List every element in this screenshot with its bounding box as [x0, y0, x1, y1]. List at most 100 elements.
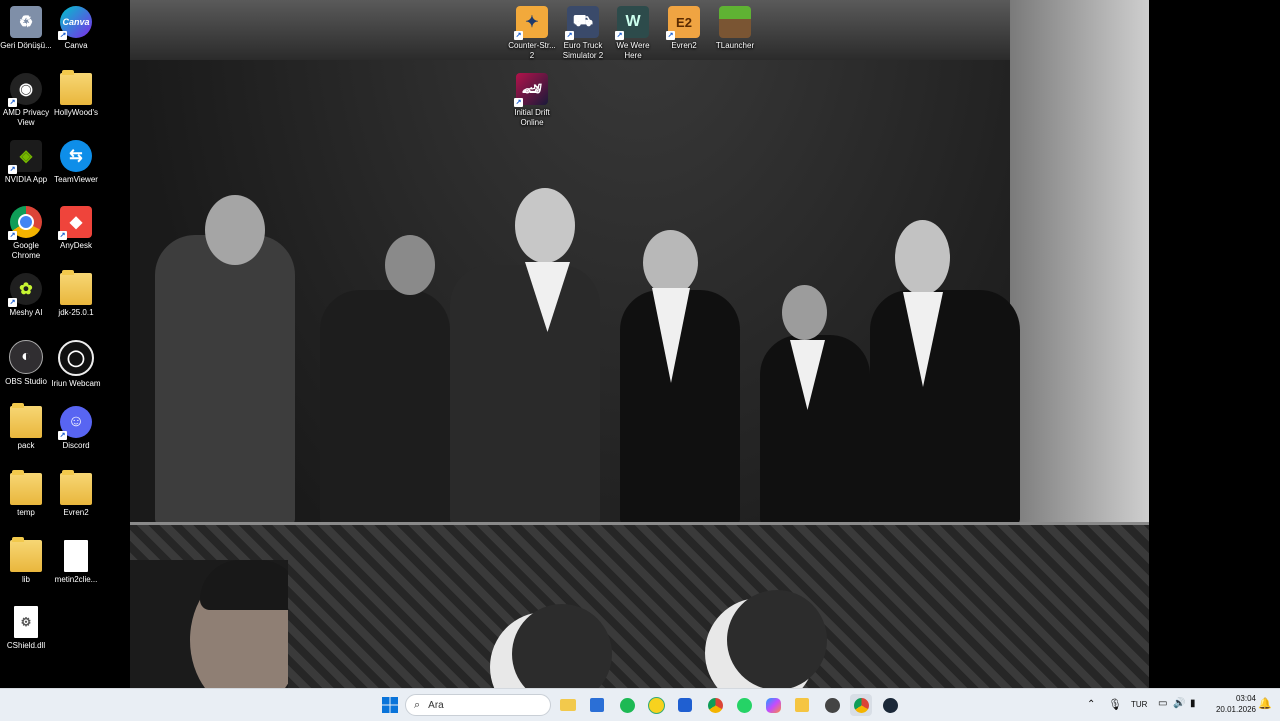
- wewerehere-icon: W ↗: [615, 6, 649, 40]
- desktop-icon-lib[interactable]: lib: [0, 537, 52, 585]
- shortcut-arrow-icon: ↗: [615, 31, 624, 40]
- store-icon: [590, 698, 604, 712]
- shortcut-arrow-icon: ↗: [8, 165, 17, 174]
- desktop-icon-nvidia-app[interactable]: ◈ ↗ NVIDIA App: [0, 140, 52, 185]
- desktop-icon-jdk[interactable]: jdk-25.0.1: [50, 270, 102, 318]
- spotify-button[interactable]: [616, 694, 638, 716]
- wallpaper-figure: [155, 235, 295, 525]
- shortcut-arrow-icon: ↗: [514, 31, 523, 40]
- wallpaper-figure: [320, 290, 450, 525]
- cs2-icon: ✦ ↗: [514, 6, 548, 40]
- search-icon: ⌕: [414, 698, 421, 711]
- obs-icon: ◐: [9, 340, 43, 374]
- taskbar-app-button[interactable]: [674, 694, 696, 716]
- chrome-icon: ↗: [8, 206, 42, 240]
- taskbar-app-button[interactable]: [645, 694, 667, 716]
- folder-icon: [10, 470, 42, 505]
- spotify-icon: [619, 697, 635, 713]
- copilot-button[interactable]: [762, 694, 784, 716]
- desktop-icon-meshy-ai[interactable]: ✿ ↗ Meshy AI: [0, 273, 52, 318]
- taskbar: ⌕ Ara ⌃ 🎙 TUR ▭ 🔊 ▮ 03:04 20.01.2026 🔔: [0, 688, 1280, 721]
- desktop-icon-evren2-folder[interactable]: Evren2: [50, 470, 102, 518]
- wallpaper-right-margin: [1149, 0, 1280, 688]
- teamviewer-icon: ⇆: [60, 140, 92, 172]
- taskbar-search[interactable]: ⌕ Ara: [405, 694, 551, 716]
- notification-bell-icon[interactable]: 🔔: [1258, 697, 1272, 710]
- desktop-icon-recycle-bin[interactable]: ♻ Geri Dönüşü...: [0, 6, 52, 51]
- wallpaper-figure-head: [643, 230, 698, 295]
- clock-time: 03:04: [1235, 694, 1256, 703]
- desktop-icon-canva[interactable]: Canva ↗ Canva: [50, 6, 102, 51]
- shortcut-arrow-icon: ↗: [58, 31, 67, 40]
- microsoft-store-button[interactable]: [586, 694, 608, 716]
- wallpaper-figure: [450, 265, 600, 525]
- taskbar-app-button[interactable]: [791, 694, 813, 716]
- evren2-game-icon: E2 ↗: [666, 6, 700, 40]
- tlauncher-icon: [719, 6, 751, 38]
- whatsapp-button[interactable]: [733, 694, 755, 716]
- desktop-icon-evren2-game[interactable]: E2 ↗ Evren2: [658, 6, 710, 51]
- initial-drift-icon: 🏎 ↗: [514, 73, 548, 107]
- dll-file-icon: ⚙: [14, 606, 38, 638]
- discord-icon: ☺ ↗: [58, 406, 92, 440]
- volume-icon[interactable]: 🔊: [1173, 698, 1185, 709]
- wallpaper-building: [1010, 0, 1149, 530]
- desktop-icon-cshield-dll[interactable]: ⚙ CShield.dll: [0, 606, 52, 651]
- desktop-icon-euro-truck-simulator-2[interactable]: ⛟ ↗ Euro Truck Simulator 2: [557, 6, 609, 61]
- file-explorer-icon: [560, 699, 576, 711]
- taskbar-clock[interactable]: 03:04 20.01.2026: [1206, 693, 1256, 715]
- shortcut-arrow-icon: ↗: [514, 98, 523, 107]
- shortcut-arrow-icon: ↗: [565, 31, 574, 40]
- anydesk-icon: ◆ ↗: [58, 206, 92, 240]
- chrome-icon: [707, 697, 723, 713]
- file-icon: [64, 540, 88, 572]
- taskbar-app-button[interactable]: [821, 694, 843, 716]
- app-icon: [824, 697, 840, 713]
- chrome-active-taskbar-button[interactable]: [850, 694, 872, 716]
- desktop-icon-hollywoods[interactable]: HollyWood's: [50, 70, 102, 118]
- meshy-icon: ✿ ↗: [8, 273, 42, 307]
- desktop-icon-tlauncher[interactable]: TLauncher: [709, 6, 761, 51]
- desktop-icon-pack[interactable]: pack: [0, 403, 52, 451]
- desktop-icon-temp[interactable]: temp: [0, 470, 52, 518]
- desktop-icon-anydesk[interactable]: ◆ ↗ AnyDesk: [50, 206, 102, 251]
- ets2-icon: ⛟ ↗: [565, 6, 599, 40]
- folder-icon: [10, 537, 42, 572]
- desktop-icon-obs-studio[interactable]: ◐ OBS Studio: [0, 340, 52, 387]
- desktop-icon-google-chrome[interactable]: ↗ Google Chrome: [0, 206, 52, 261]
- tray-overflow-chevron-icon[interactable]: ⌃: [1087, 699, 1095, 710]
- canva-icon: Canva ↗: [58, 6, 92, 40]
- file-explorer-button[interactable]: [557, 694, 579, 716]
- folder-icon: [60, 270, 92, 305]
- desktop-icon-amd-privacy-view[interactable]: ◉ ↗ AMD Privacy View: [0, 73, 52, 128]
- desktop-icon-initial-drift-online[interactable]: 🏎 ↗ Initial Drift Online: [506, 73, 558, 128]
- recycle-bin-icon: ♻: [10, 6, 42, 38]
- steam-button[interactable]: [879, 694, 901, 716]
- nvidia-icon: ◈ ↗: [8, 140, 42, 174]
- network-icon[interactable]: ▭: [1158, 698, 1167, 709]
- folder-icon: [60, 470, 92, 505]
- app-icon: [647, 696, 665, 714]
- iriun-icon: ◯: [58, 340, 94, 376]
- microphone-icon[interactable]: 🎙: [1108, 698, 1122, 711]
- wallpaper-figure-head: [895, 220, 950, 295]
- wallpaper-figure-head: [205, 195, 265, 265]
- wallpaper-figure-head: [515, 188, 575, 263]
- webcam-overlay: [130, 560, 288, 688]
- desktop-icon-teamviewer[interactable]: ⇆ TeamViewer: [50, 140, 102, 185]
- desktop-icon-discord[interactable]: ☺ ↗ Discord: [50, 406, 102, 451]
- desktop-icon-metin2client[interactable]: metin2clie...: [50, 540, 102, 585]
- language-indicator[interactable]: TUR: [1131, 700, 1147, 709]
- webcam-person-hair: [200, 560, 288, 610]
- battery-icon[interactable]: ▮: [1190, 698, 1196, 709]
- shortcut-arrow-icon: ↗: [58, 431, 67, 440]
- windows-start-icon: [382, 697, 398, 713]
- desktop-icon-we-were-here[interactable]: W ↗ We Were Here: [607, 6, 659, 61]
- desktop-icon-counter-strike-2[interactable]: ✦ ↗ Counter-Str... 2: [506, 6, 558, 61]
- steam-icon: [882, 697, 898, 713]
- wallpaper-figure-head: [782, 285, 827, 340]
- chrome-taskbar-button[interactable]: [704, 694, 726, 716]
- desktop-icon-iriun-webcam[interactable]: ◯ Iriun Webcam: [50, 340, 102, 389]
- shortcut-arrow-icon: ↗: [8, 231, 17, 240]
- start-button[interactable]: [379, 694, 401, 716]
